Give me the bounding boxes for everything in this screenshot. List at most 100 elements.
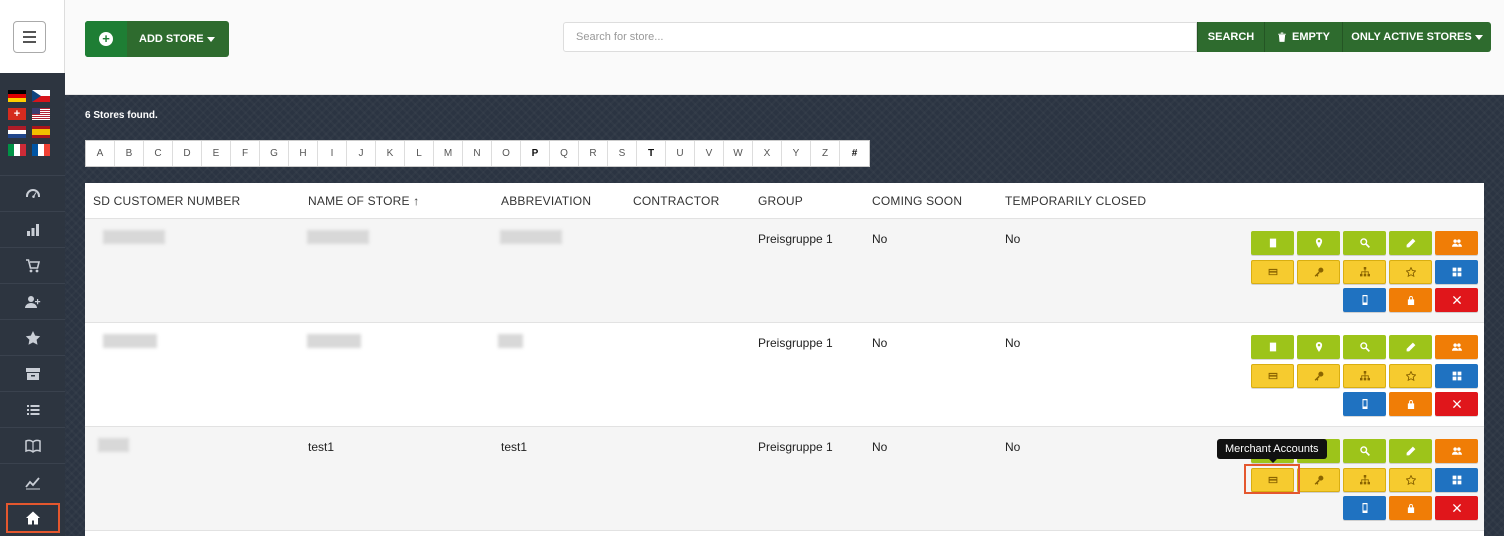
letter-filter[interactable]: M (434, 141, 463, 166)
letter-filter[interactable]: E (202, 141, 231, 166)
flag-ch-icon[interactable]: + (8, 108, 26, 120)
view-button[interactable] (1343, 439, 1386, 463)
col-group[interactable]: GROUP (758, 194, 803, 208)
mobile-button[interactable] (1343, 288, 1386, 312)
add-store-button[interactable]: + ADD STORE (85, 21, 229, 57)
flag-cz-icon[interactable] (32, 90, 50, 102)
favorite-button[interactable] (1389, 259, 1432, 284)
flag-us-icon[interactable] (32, 108, 50, 120)
location-button[interactable] (1297, 231, 1340, 255)
letter-filter[interactable]: L (405, 141, 434, 166)
hierarchy-button[interactable] (1343, 363, 1386, 388)
empty-button[interactable]: EMPTY (1264, 22, 1342, 52)
letter-filter[interactable]: W (724, 141, 753, 166)
keys-button[interactable] (1297, 259, 1340, 284)
hierarchy-button[interactable] (1343, 259, 1386, 284)
col-temporarily-closed[interactable]: TEMPORARILY CLOSED (1005, 194, 1146, 208)
search-button[interactable]: SEARCH (1197, 22, 1264, 52)
edit-button[interactable] (1389, 335, 1432, 359)
lock-button[interactable] (1389, 496, 1432, 520)
nav-orders[interactable] (0, 247, 65, 283)
letter-filter[interactable]: K (376, 141, 405, 166)
col-coming-soon[interactable]: COMING SOON (872, 194, 962, 208)
hamburger-menu-icon[interactable] (13, 21, 46, 53)
nav-stores[interactable] (6, 503, 60, 533)
details-button[interactable] (1251, 231, 1294, 255)
letter-filter[interactable]: A (86, 141, 115, 166)
hierarchy-button[interactable] (1343, 467, 1386, 492)
favorite-button[interactable] (1389, 363, 1432, 388)
delete-button[interactable] (1435, 288, 1478, 312)
merchant-accounts-button[interactable] (1251, 259, 1294, 284)
edit-button[interactable] (1389, 439, 1432, 463)
nav-dashboard[interactable] (0, 175, 65, 211)
letter-filter[interactable]: J (347, 141, 376, 166)
lock-button[interactable] (1389, 288, 1432, 312)
search-input[interactable] (563, 22, 1197, 52)
letter-filter[interactable]: Q (550, 141, 579, 166)
letter-filter[interactable]: R (579, 141, 608, 166)
letter-filter[interactable]: P (521, 141, 550, 166)
delete-button[interactable] (1435, 392, 1478, 416)
delete-button[interactable] (1435, 496, 1478, 520)
cell-temporarily-closed: No (1005, 232, 1021, 246)
nav-favorites[interactable] (0, 319, 65, 355)
edit-button[interactable] (1389, 231, 1432, 255)
nav-add-user[interactable] (0, 283, 65, 319)
lock-button[interactable] (1389, 392, 1432, 416)
merchant-accounts-button[interactable] (1251, 363, 1294, 388)
letter-filter[interactable]: # (840, 141, 869, 166)
nav-trends[interactable] (0, 463, 65, 499)
modules-button[interactable] (1435, 467, 1478, 492)
flag-nl-icon[interactable] (8, 126, 26, 138)
col-contractor[interactable]: CONTRACTOR (633, 194, 719, 208)
users-button[interactable] (1435, 439, 1478, 463)
letter-filter[interactable]: N (463, 141, 492, 166)
cell-store-name: test1 (308, 440, 335, 454)
letter-filter[interactable]: O (492, 141, 521, 166)
letter-filter[interactable]: V (695, 141, 724, 166)
letter-filter[interactable]: U (666, 141, 695, 166)
favorite-button[interactable] (1389, 467, 1432, 492)
nav-statistics[interactable] (0, 211, 65, 247)
letter-filter[interactable]: C (144, 141, 173, 166)
letter-filter[interactable]: F (231, 141, 260, 166)
only-active-stores-dropdown[interactable]: ONLY ACTIVE STORES (1342, 22, 1491, 52)
flag-it-icon[interactable] (8, 144, 26, 156)
flag-de-icon[interactable] (8, 90, 26, 102)
letter-filter[interactable]: X (753, 141, 782, 166)
mobile-button[interactable] (1343, 496, 1386, 520)
col-sd-customer-number[interactable]: SD CUSTOMER NUMBER (93, 194, 240, 208)
letter-filter[interactable]: D (173, 141, 202, 166)
flag-es-icon[interactable] (32, 126, 50, 138)
nav-list[interactable] (0, 391, 65, 427)
location-button[interactable] (1297, 335, 1340, 359)
letter-filter[interactable]: I (318, 141, 347, 166)
letter-filter[interactable]: Y (782, 141, 811, 166)
col-name-of-store[interactable]: NAME OF STORE ↑ (308, 194, 419, 208)
letter-filter[interactable]: Z (811, 141, 840, 166)
grid-icon (1452, 267, 1461, 276)
nav-archive[interactable] (0, 355, 65, 391)
users-button[interactable] (1435, 335, 1478, 359)
users-button[interactable] (1435, 231, 1478, 255)
mobile-button[interactable] (1343, 392, 1386, 416)
keys-button[interactable] (1297, 363, 1340, 388)
letter-filter[interactable]: S (608, 141, 637, 166)
view-button[interactable] (1343, 231, 1386, 255)
redacted-customer-number (103, 230, 165, 244)
lock-icon (1407, 295, 1414, 305)
table-row: Preisgruppe 1 No No (85, 323, 1484, 427)
flag-fr-icon[interactable] (32, 144, 50, 156)
letter-filter[interactable]: G (260, 141, 289, 166)
view-button[interactable] (1343, 335, 1386, 359)
details-button[interactable] (1251, 335, 1294, 359)
nav-catalog[interactable] (0, 427, 65, 463)
letter-filter[interactable]: T (637, 141, 666, 166)
letter-filter[interactable]: B (115, 141, 144, 166)
modules-button[interactable] (1435, 259, 1478, 284)
modules-button[interactable] (1435, 363, 1478, 388)
keys-button[interactable] (1297, 467, 1340, 492)
col-abbreviation[interactable]: ABBREVIATION (501, 194, 591, 208)
letter-filter[interactable]: H (289, 141, 318, 166)
